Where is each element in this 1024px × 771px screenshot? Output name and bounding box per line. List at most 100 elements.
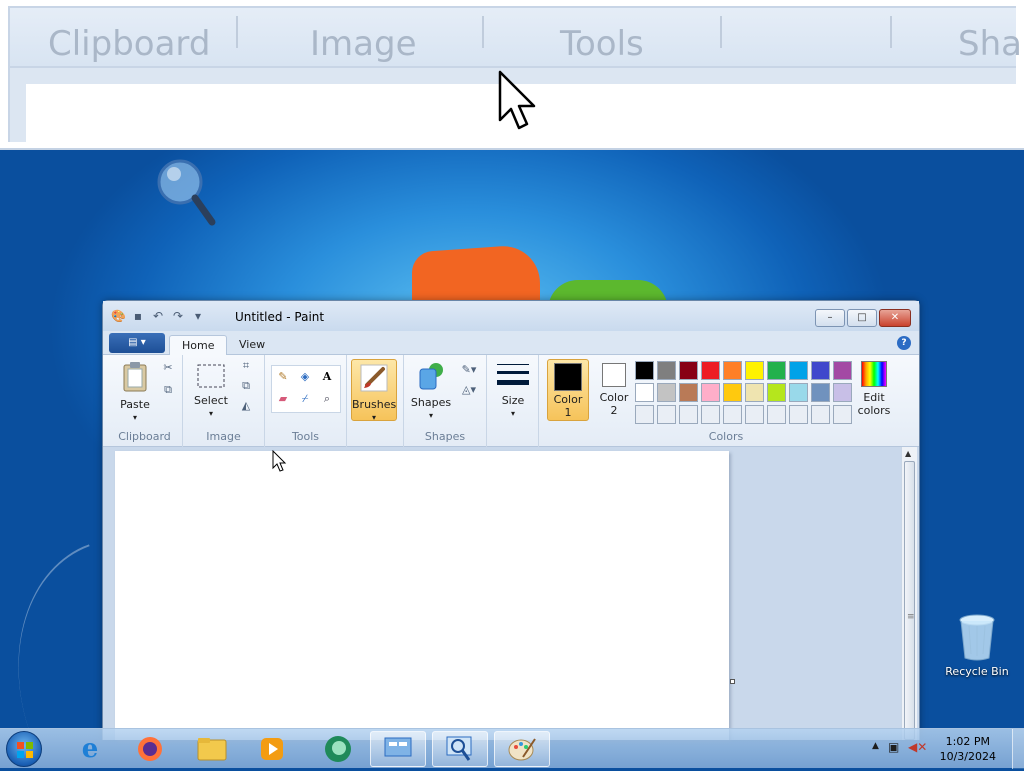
color-swatch[interactable]: [635, 361, 654, 380]
taskbar-firefox[interactable]: [122, 731, 178, 767]
color-swatch[interactable]: [767, 383, 786, 402]
magnifier-tool-icon[interactable]: ⌕: [318, 390, 336, 408]
custom-color-slot[interactable]: [789, 405, 808, 424]
color1-button[interactable]: Color 1: [547, 359, 589, 421]
taskbar-app-green[interactable]: [310, 731, 366, 767]
line-size-icon: [497, 364, 529, 385]
clock[interactable]: 1:02 PM 10/3/2024: [940, 734, 996, 764]
color-swatch[interactable]: [701, 361, 720, 380]
paste-button[interactable]: Paste ▾: [115, 361, 155, 424]
copy-icon[interactable]: ⧉: [159, 381, 177, 399]
customize-qat-icon[interactable]: ▾: [191, 309, 205, 323]
scroll-thumb[interactable]: ≡: [904, 461, 915, 740]
color-swatch[interactable]: [833, 361, 852, 380]
scroll-up-icon[interactable]: ▲: [905, 449, 911, 458]
title-bar[interactable]: 🎨 ▪ ↶ ↷ ▾ Untitled - Paint – □ ✕: [103, 301, 919, 331]
resize-icon[interactable]: ⧉: [237, 377, 255, 395]
custom-color-slot[interactable]: [745, 405, 764, 424]
color-swatch[interactable]: [679, 383, 698, 402]
color-swatch[interactable]: [789, 383, 808, 402]
tab-view[interactable]: View: [227, 335, 277, 355]
color-swatch[interactable]: [811, 383, 830, 402]
minimize-button[interactable]: –: [815, 309, 845, 327]
custom-color-slot[interactable]: [723, 405, 742, 424]
color-swatch[interactable]: [789, 361, 808, 380]
fill-icon[interactable]: ◈: [296, 368, 314, 386]
maximize-button[interactable]: □: [847, 309, 877, 327]
group-label-shapes: Shapes: [424, 430, 466, 443]
color-swatch[interactable]: [657, 361, 676, 380]
show-desktop-button[interactable]: [1012, 729, 1024, 769]
size-button[interactable]: Size ▾: [493, 361, 533, 420]
save-icon[interactable]: ▪: [131, 309, 145, 323]
canvas-resize-handle[interactable]: [730, 679, 735, 684]
paint-menu-button[interactable]: ▤ ▾: [109, 333, 165, 353]
taskbar-magnifier[interactable]: [432, 731, 488, 767]
drawing-canvas[interactable]: [115, 451, 729, 740]
taskbar-control-panel[interactable]: [370, 731, 426, 767]
rotate-icon[interactable]: ◭: [237, 397, 255, 415]
edit-colors-button[interactable]: Edit colors: [851, 361, 897, 417]
color-swatch[interactable]: [833, 383, 852, 402]
color1-swatch: [554, 363, 582, 391]
group-clipboard: Paste ▾ ✂ ⧉ Clipboard: [107, 355, 183, 447]
color-swatch[interactable]: [657, 383, 676, 402]
custom-color-slot[interactable]: [701, 405, 720, 424]
custom-color-slot[interactable]: [767, 405, 786, 424]
magnifier-icon[interactable]: [156, 158, 218, 230]
start-button[interactable]: [6, 731, 42, 767]
color-swatch[interactable]: [679, 361, 698, 380]
redo-icon[interactable]: ↷: [171, 309, 185, 323]
custom-color-slot[interactable]: [657, 405, 676, 424]
taskbar-paint[interactable]: [494, 731, 550, 767]
recycle-bin-label: Recycle Bin: [945, 665, 1009, 678]
network-icon[interactable]: ▣: [888, 740, 899, 754]
undo-icon[interactable]: ↶: [151, 309, 165, 323]
color-swatch[interactable]: [745, 383, 764, 402]
color-swatch[interactable]: [745, 361, 764, 380]
custom-color-slot[interactable]: [833, 405, 852, 424]
folder-icon: [197, 738, 227, 761]
window-title: Untitled - Paint: [235, 310, 325, 324]
edit-colors-label-line1: Edit: [863, 391, 885, 404]
text-icon[interactable]: A: [318, 368, 336, 386]
volume-muted-icon[interactable]: ◀✕: [908, 740, 927, 754]
magnified-label-shapes: Sha: [958, 24, 1022, 64]
color2-button[interactable]: Color 2: [593, 361, 635, 417]
color2-swatch: [602, 363, 626, 387]
help-icon[interactable]: ?: [897, 336, 911, 350]
color-swatch[interactable]: [811, 361, 830, 380]
cut-icon[interactable]: ✂: [159, 359, 177, 377]
color-swatch[interactable]: [701, 383, 720, 402]
color-swatch[interactable]: [767, 361, 786, 380]
close-button[interactable]: ✕: [879, 309, 911, 327]
magnifier-task-icon: [446, 736, 472, 761]
taskbar-internet-explorer[interactable]: e: [62, 731, 118, 767]
color-swatch[interactable]: [723, 383, 742, 402]
control-panel-icon: [384, 737, 412, 757]
vertical-scrollbar[interactable]: ▲ ≡: [901, 447, 917, 740]
select-button[interactable]: Select ▾: [189, 363, 233, 420]
ie-icon: e: [81, 734, 99, 764]
fill-shape-icon[interactable]: ◬▾: [456, 381, 482, 399]
eraser-icon[interactable]: ▰: [274, 390, 292, 408]
show-hidden-icons[interactable]: ▲: [872, 741, 879, 751]
color1-label-line1: Color: [553, 393, 583, 406]
color-swatch[interactable]: [723, 361, 742, 380]
pencil-icon[interactable]: ✎: [274, 368, 292, 386]
color-picker-icon[interactable]: ⌿: [296, 390, 314, 408]
custom-color-slot[interactable]: [811, 405, 830, 424]
crop-icon[interactable]: ⌗: [237, 357, 255, 375]
shapes-button[interactable]: Shapes ▾: [408, 361, 454, 422]
taskbar-media-player[interactable]: [244, 731, 300, 767]
brushes-button[interactable]: Brushes ▾: [351, 359, 397, 422]
tools-box: ✎ ◈ A ▰ ⌿ ⌕: [271, 365, 341, 413]
custom-color-slot[interactable]: [635, 405, 654, 424]
tab-home[interactable]: Home: [169, 335, 228, 355]
color-swatch[interactable]: [635, 383, 654, 402]
magnified-label-image: Image: [310, 24, 417, 64]
recycle-bin[interactable]: Recycle Bin: [942, 612, 1012, 678]
taskbar-file-explorer[interactable]: [184, 731, 240, 767]
custom-color-slot[interactable]: [679, 405, 698, 424]
outline-icon[interactable]: ✎▾: [456, 361, 482, 379]
